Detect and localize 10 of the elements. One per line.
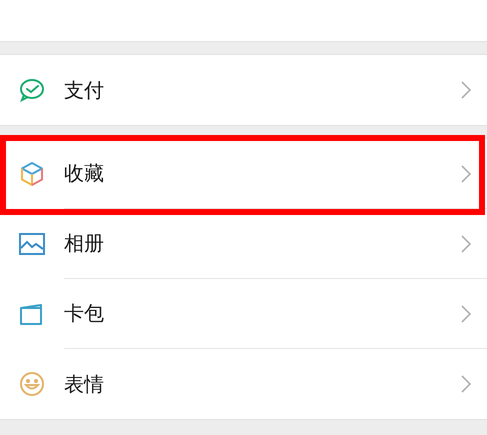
chevron-icon: [461, 81, 471, 99]
chevron-icon: [461, 304, 471, 322]
chevron-icon: [461, 234, 471, 252]
chevron-icon: [461, 164, 471, 182]
chat-check-icon: [19, 78, 45, 102]
cube-icon: [20, 161, 44, 187]
card-icon: [19, 303, 45, 325]
chevron-icon: [461, 375, 471, 393]
smiley-icon: [19, 371, 45, 397]
image-icon: [19, 233, 45, 255]
